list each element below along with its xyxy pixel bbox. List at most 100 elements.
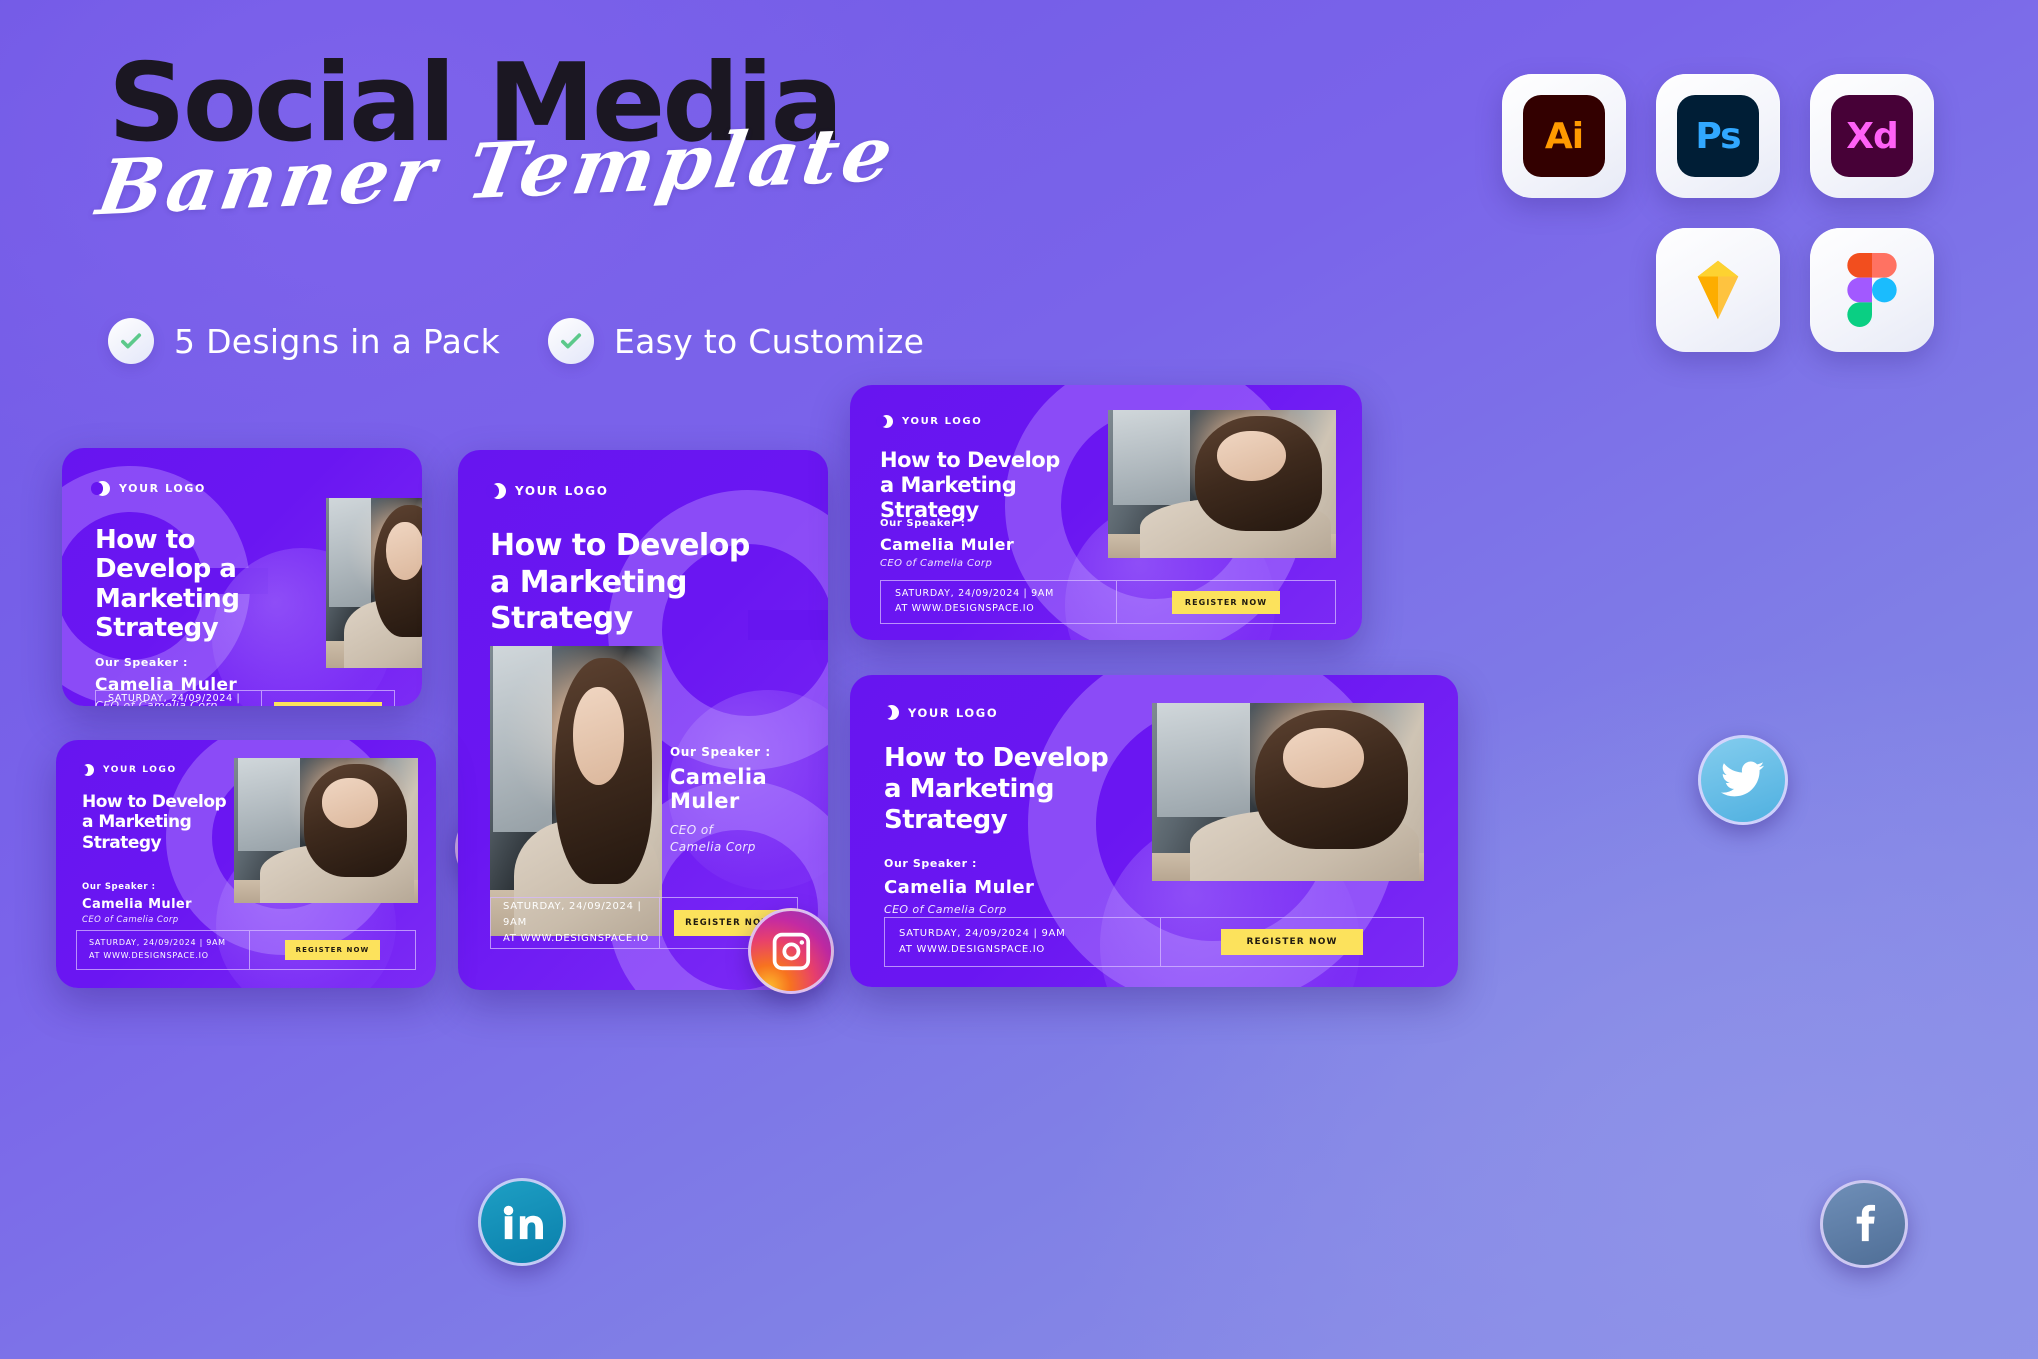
heading-block: How to Develop a Marketing Strategy xyxy=(490,528,750,638)
app-icon-figma[interactable] xyxy=(1810,228,1934,352)
banner-heading-line: Strategy xyxy=(82,832,162,853)
event-url: AT WWW.DESIGNSPACE.IO xyxy=(895,603,1035,614)
banner-heading-line: Strategy xyxy=(95,613,219,644)
heading-block: How to Develop a Marketing Strategy xyxy=(884,743,1109,837)
check-icon xyxy=(547,318,594,364)
cta-cell: REGISTER NOW xyxy=(261,691,394,706)
logo-label: YOUR LOGO xyxy=(515,484,609,498)
banner-story-center[interactable]: YOUR LOGO How to Develop a Marketing Str… xyxy=(458,450,828,990)
banner-portrait-left[interactable]: YOUR LOGO How to Develop a Marketing Str… xyxy=(62,448,422,706)
banner-heading-line: Marketing xyxy=(95,583,240,614)
event-date: SATURDAY, 24/09/2024 | 9AM xyxy=(899,928,1066,939)
feature-item-designs: 5 Designs in a Pack xyxy=(108,318,500,364)
logo-mark-icon xyxy=(90,481,110,496)
banner-wide-bottom-right[interactable]: YOUR LOGO How to Develop a Marketing Str… xyxy=(850,675,1458,987)
register-button[interactable]: REGISTER NOW xyxy=(285,940,380,960)
app-icon-photoshop[interactable]: Ps xyxy=(1656,74,1780,198)
cta-cell: REGISTER NOW xyxy=(1160,918,1423,966)
register-button[interactable]: REGISTER NOW xyxy=(1221,929,1363,955)
app-icon-grid: Ai Ps Xd xyxy=(1474,74,1934,382)
feature-label: Easy to Customize xyxy=(613,321,925,361)
register-button[interactable]: REGISTER NOW xyxy=(274,702,382,706)
speaker-name: Camelia Muler xyxy=(884,877,1035,898)
speaker-photo xyxy=(490,646,662,936)
event-date: SATURDAY, 24/09/2024 | 9AM xyxy=(895,588,1055,600)
banner-heading-line: Strategy xyxy=(490,601,633,637)
heading-block: How to Develop a Marketing Strategy xyxy=(880,448,1060,522)
twitter-badge[interactable] xyxy=(1698,735,1788,825)
banner-wide-bottom-left[interactable]: YOUR LOGO How to Develop a Marketing Str… xyxy=(56,740,436,988)
logo: YOUR LOGO xyxy=(90,481,206,496)
event-date: SATURDAY, 24/09/2024 | 9AM xyxy=(89,938,226,948)
event-details: SATURDAY, 24/09/2024 | 9AM AT WWW.DESIGN… xyxy=(77,931,249,969)
banner-heading-line: a Marketing xyxy=(884,774,1055,805)
feature-label: 5 Designs in a Pack xyxy=(174,321,500,361)
event-url: AT WWW.DESIGNSPACE.IO xyxy=(503,933,649,944)
feature-item-customize: Easy to Customize xyxy=(547,318,925,364)
event-details: SATURDAY, 24/09/2024 | 9AM AT WWW.DESIGN… xyxy=(491,898,659,948)
illustrator-icon: Ai xyxy=(1523,95,1605,177)
figma-icon xyxy=(1831,249,1913,331)
logo-mark-icon xyxy=(876,415,893,428)
event-footer: SATURDAY, 24/09/2024 | 9AM AT WWW.DESIGN… xyxy=(95,690,395,706)
speaker-label: Our Speaker : xyxy=(95,656,189,669)
event-footer: SATURDAY, 24/09/2024 | 9AM AT WWW.DESIGN… xyxy=(884,917,1424,967)
speaker-label: Our Speaker : xyxy=(670,745,771,759)
speaker-photo xyxy=(1108,410,1336,558)
speaker-label: Our Speaker : xyxy=(82,882,156,892)
banner-heading-line: a Marketing xyxy=(82,812,192,833)
logo-label: YOUR LOGO xyxy=(119,482,206,495)
logo-label: YOUR LOGO xyxy=(908,705,999,720)
banner-heading-line: a Marketing xyxy=(880,472,1017,497)
app-icon-xd[interactable]: Xd xyxy=(1810,74,1934,198)
event-footer: SATURDAY, 24/09/2024 | 9AM AT WWW.DESIGN… xyxy=(880,580,1336,624)
speaker-name: Camelia Muler xyxy=(880,535,1015,554)
heading-block: How to Develop a Marketing Strategy xyxy=(82,792,227,853)
linkedin-badge[interactable] xyxy=(478,1178,566,1266)
app-icon-sketch[interactable] xyxy=(1656,228,1780,352)
speaker-name: Muler xyxy=(670,788,740,813)
event-date: SATURDAY, 24/09/2024 | 9AM xyxy=(108,692,241,704)
speaker-role: Camelia Corp xyxy=(670,839,756,854)
photoshop-icon: Ps xyxy=(1677,95,1759,177)
logo-label: YOUR LOGO xyxy=(103,765,177,775)
banner-heading-line: How to Develop xyxy=(490,528,750,563)
banner-heading-line: How to Develop xyxy=(82,792,227,812)
banner-wide-top-right[interactable]: YOUR LOGO How to Develop a Marketing Str… xyxy=(850,385,1362,640)
event-details: SATURDAY, 24/09/2024 | 9AM AT WWW.DESIGN… xyxy=(881,581,1116,623)
speaker-name: Camelia xyxy=(670,765,768,789)
speaker-role: CEO of Camelia Corp xyxy=(884,903,1007,916)
logo-mark-icon xyxy=(78,764,94,776)
sketch-icon xyxy=(1677,249,1759,331)
speaker-photo xyxy=(1152,703,1424,881)
banner-heading-line: How to xyxy=(95,525,195,555)
speaker-label: Our Speaker : xyxy=(880,518,966,529)
heading-block: How to Develop a Marketing Strategy xyxy=(95,525,240,644)
logo: YOUR LOGO xyxy=(876,415,982,428)
speaker-block: Our Speaker : Camelia Muler CEO of Camel… xyxy=(670,745,771,855)
event-url: AT WWW.DESIGNSPACE.IO xyxy=(89,951,209,960)
app-icon-row-top: Ai Ps Xd xyxy=(1474,74,1934,198)
banner-heading-line: Strategy xyxy=(884,805,1008,836)
logo: YOUR LOGO xyxy=(485,483,609,499)
feature-list: 5 Designs in a Pack Easy to Customize xyxy=(108,318,924,364)
speaker-block: Our Speaker : Camelia Muler CEO of Camel… xyxy=(884,857,1034,916)
banner-heading-line: How to Develop xyxy=(880,448,1060,472)
cta-cell: REGISTER NOW xyxy=(1116,581,1335,623)
logo: YOUR LOGO xyxy=(879,705,999,720)
speaker-photo xyxy=(234,758,418,903)
app-icon-illustrator[interactable]: Ai xyxy=(1502,74,1626,198)
instagram-badge[interactable] xyxy=(748,908,834,994)
banner-heading-line: a Marketing xyxy=(490,564,688,600)
speaker-block: Our Speaker : Camelia Muler CEO of Camel… xyxy=(82,882,192,925)
speaker-role: CEO of xyxy=(670,822,714,837)
register-button[interactable]: REGISTER NOW xyxy=(1172,590,1280,614)
speaker-label: Our Speaker : xyxy=(884,857,978,870)
speaker-name: Camelia Muler xyxy=(82,897,192,912)
event-details: SATURDAY, 24/09/2024 | 9AM AT WWW.DESIGN… xyxy=(96,691,261,706)
hero-title-group: Social Media Banner Template xyxy=(91,50,903,233)
logo-mark-icon xyxy=(879,705,899,720)
banner-heading-line: How to Develop xyxy=(884,743,1109,773)
facebook-badge[interactable] xyxy=(1820,1180,1908,1268)
cta-cell: REGISTER NOW xyxy=(249,931,415,969)
